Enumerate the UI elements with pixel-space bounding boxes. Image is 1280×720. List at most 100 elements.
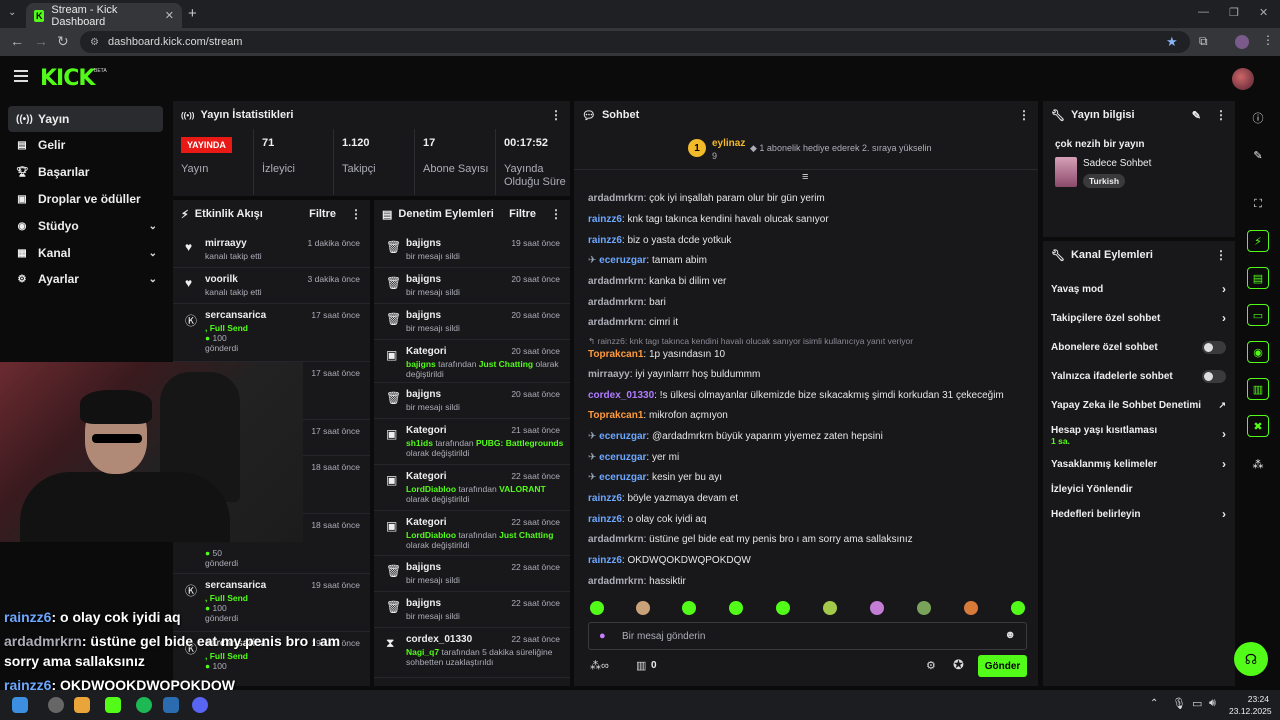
chat-input[interactable]: ● Bir mesaj gönderin ☻	[588, 622, 1027, 650]
support-button[interactable]: ☊	[1234, 642, 1268, 676]
list-item[interactable]: Ⓚ sercansarica , Full Send ● 100 gönderdi …	[173, 574, 370, 632]
chat-message[interactable]: ✈ eceruzgar: @ardadmrkrn büyük yaparım y…	[588, 431, 1028, 442]
browser-tab[interactable]: K Stream - Kick Dashboard ✕	[26, 3, 182, 28]
emoji-icon[interactable]: ☻	[1004, 629, 1016, 641]
chat-message[interactable]: rainzz6: OKDWQOKDWQPOKDQW	[588, 555, 1028, 566]
search-icon[interactable]	[48, 697, 64, 713]
network-icon[interactable]: ▭	[1192, 697, 1202, 710]
sidebar-item-droplar[interactable]: ▣ Droplar ve ödüller	[8, 186, 163, 212]
more-options-icon[interactable]: ⋮	[550, 207, 562, 221]
close-tab-icon[interactable]: ✕	[165, 9, 174, 22]
restore-icon[interactable]: ❐	[1229, 6, 1239, 19]
emote-icon[interactable]	[636, 601, 650, 615]
list-item[interactable]: ▣ Kategori LordDiabloo tarafından Just Cha…	[374, 511, 570, 556]
back-icon[interactable]: ←	[10, 33, 24, 49]
emote-icon[interactable]	[729, 601, 743, 615]
kick-logo[interactable]: KICK	[40, 66, 95, 91]
emotes-only-option[interactable]: Yalnızca ifadelerle sohbet	[1051, 370, 1226, 383]
mod-shield-icon[interactable]: ✪	[953, 657, 964, 673]
subscribers-only-toggle[interactable]	[1202, 341, 1226, 354]
chat-message[interactable]: ardadmrkrn: cimri it	[588, 317, 1028, 328]
site-info-icon[interactable]: ⚙	[90, 37, 99, 48]
minimize-icon[interactable]: —	[1198, 6, 1209, 18]
emote-icon[interactable]	[964, 601, 978, 615]
lightning-icon[interactable]: ⚡︎	[1247, 230, 1269, 252]
sidebar-item-ayarlar[interactable]: ⚙ Ayarlar ⌄	[8, 266, 163, 292]
tray-chevron-icon[interactable]: ⌃	[1150, 698, 1158, 709]
category-name[interactable]: Sadece Sohbet	[1083, 158, 1151, 169]
points-icon[interactable]: ⁂∞	[590, 659, 609, 672]
hamburger-menu-icon[interactable]	[14, 70, 28, 82]
more-options-icon[interactable]: ⋮	[350, 207, 362, 221]
forward-icon[interactable]: →	[34, 33, 48, 49]
chat-message[interactable]: cordex_01330: !s ülkesi olmayanlar ülkem…	[588, 390, 1028, 401]
emote-icon[interactable]	[1011, 601, 1025, 615]
sidebar-item-gelir[interactable]: ▤ Gelir	[8, 132, 163, 158]
emote-icon[interactable]	[917, 601, 931, 615]
chat-message[interactable]: ✈ eceruzgar: yer mi	[588, 452, 1028, 463]
subscribers-only-option[interactable]: Abonelere özel sohbet	[1051, 341, 1226, 354]
slow-mode-option[interactable]: Yavaş mod ›	[1051, 282, 1226, 296]
window-close-icon[interactable]: ✕	[1259, 6, 1268, 19]
user-avatar[interactable]	[1232, 68, 1254, 90]
account-age-option[interactable]: Hesap yaşı kısıtlaması › 1 sa.	[1051, 425, 1226, 447]
info-icon[interactable]: ⓘ	[1247, 107, 1269, 129]
more-options-icon[interactable]: ⋮	[1215, 108, 1227, 122]
app-icon[interactable]	[163, 697, 179, 713]
chat-message[interactable]: ardadmrkrn: bari	[588, 297, 1028, 308]
spotify-icon[interactable]	[136, 697, 152, 713]
tab-search-icon[interactable]: ⌄	[8, 7, 16, 18]
wrench-icon[interactable]: ✖	[1247, 415, 1269, 437]
chat-message[interactable]: rainzz6: biz o yasta dcde yotkuk	[588, 235, 1028, 246]
edit-icon[interactable]: ✎	[1192, 109, 1201, 122]
document-icon[interactable]: ▤	[1247, 267, 1269, 289]
chat-message[interactable]: ardadmrkrn: hassiktir	[588, 576, 1028, 587]
chat-settings-icon[interactable]: ⚙	[926, 659, 936, 672]
ai-moderation-option[interactable]: Yapay Zeka ile Sohbet Denetimi ↗	[1051, 400, 1226, 411]
emote-icon[interactable]	[823, 601, 837, 615]
browser-menu-icon[interactable]: ⋮	[1262, 33, 1274, 47]
banned-words-option[interactable]: Yasaklanmış kelimeler ›	[1051, 457, 1226, 471]
mic-icon[interactable]: ●	[599, 630, 606, 642]
broadcast-icon[interactable]: ◉	[1247, 341, 1269, 363]
send-button[interactable]: Gönder	[978, 655, 1027, 677]
filter-button[interactable]: Filtre	[309, 208, 336, 220]
new-tab-icon[interactable]: +	[188, 5, 197, 22]
reload-icon[interactable]: ↻	[57, 33, 69, 50]
goals-option[interactable]: Hedefleri belirleyin ›	[1051, 507, 1226, 521]
list-item[interactable]: 🗑︎ bajigns bir mesajı sildi 22 saat önce	[374, 556, 570, 592]
bookmark-star-icon[interactable]: ★	[1166, 34, 1178, 50]
volume-icon[interactable]: 🔊︎	[1209, 697, 1216, 710]
sidebar-item-basarilar[interactable]: 🏆︎ Başarılar	[8, 159, 163, 185]
pinned-user[interactable]: eylinaz	[712, 138, 745, 149]
profile-avatar[interactable]	[1235, 35, 1249, 49]
list-item[interactable]: ▣ Kategori bajigns tarafından Just Chattin…	[374, 340, 570, 383]
followers-only-option[interactable]: Takipçilere özel sohbet ›	[1051, 311, 1226, 325]
clock[interactable]: 23:24 23.12.2025	[1229, 693, 1272, 717]
chat-message[interactable]: rainzz6: böyle yazmaya devam et	[588, 493, 1028, 504]
raid-option[interactable]: İzleyici Yönlendir	[1051, 484, 1226, 495]
chrome-icon[interactable]	[74, 697, 90, 713]
emote-icon[interactable]	[776, 601, 790, 615]
chat-message[interactable]: ardadmrkrn: kanka bi dilim ver	[588, 276, 1028, 287]
emote-icon[interactable]	[682, 601, 696, 615]
collapse-icon[interactable]: ≡	[802, 171, 808, 183]
expand-icon[interactable]: ⛶	[1247, 193, 1269, 215]
list-item[interactable]: ⧗ cordex_01330 Nagi_q7 tarafından 5 dakika…	[374, 628, 570, 678]
list-item[interactable]: 🗑︎ bajigns bir mesajı sildi 20 saat önce	[374, 383, 570, 419]
microphone-icon[interactable]: 🎙︎	[1172, 697, 1186, 710]
emotes-only-toggle[interactable]	[1202, 370, 1226, 383]
chat-message[interactable]: rainzz6: knk tagı takınca kendini havalı…	[588, 214, 1028, 225]
chat-message[interactable]: ✈ eceruzgar: tamam abim	[588, 255, 1028, 266]
more-options-icon[interactable]: ⋮	[1018, 108, 1030, 122]
chat-message[interactable]: ardadmrkrn: çok iyi inşallah param olur …	[588, 193, 1028, 204]
list-item[interactable]: 🗑︎ bajigns bir mesajı sildi 20 saat önce	[374, 304, 570, 340]
sidebar-item-yayin[interactable]: ((•)) Yayın	[8, 106, 163, 132]
sidebar-item-studyo[interactable]: ◉ Stüdyo ⌄	[8, 213, 163, 239]
discord-icon[interactable]	[192, 697, 208, 713]
chat-message[interactable]: Toprakcan1: 1p yasındasın 10	[588, 349, 1028, 360]
list-item[interactable]: Ⓚ sercansarica , Full Send ● 100 gönderdi …	[173, 304, 370, 362]
emote-icon[interactable]	[870, 601, 884, 615]
apps-icon[interactable]: ⁂	[1247, 453, 1269, 475]
chat-message[interactable]: mirraayy: iyi yayınlarrr hoş buldummm	[588, 369, 1028, 380]
